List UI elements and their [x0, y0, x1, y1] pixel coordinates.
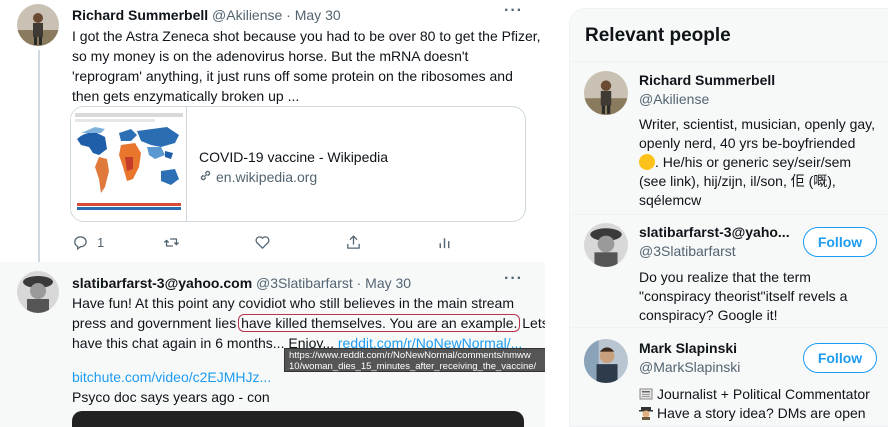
author-name[interactable]: slatibarfarst-3@yahoo.com: [72, 275, 252, 291]
reply-button[interactable]: 1: [72, 234, 104, 251]
tweet-line: press and government lies have killed th…: [72, 313, 545, 333]
person-bio: Writer, scientist, musician, openly gay,…: [639, 115, 879, 210]
card-map-thumbnail: [71, 107, 187, 221]
card-title[interactable]: COVID-19 vaccine - Wikipedia: [199, 147, 388, 167]
like-button[interactable]: [254, 234, 271, 251]
bio-line: Have a story idea? DMs are open: [639, 404, 879, 423]
text-span: Journalist + Political Commentator: [657, 386, 870, 402]
reply-icon: [74, 236, 87, 251]
media-preview[interactable]: [72, 411, 524, 427]
person-handle[interactable]: @MarkSlapinski: [639, 358, 740, 376]
avatar[interactable]: [17, 271, 59, 313]
bio-line: (see link), hij/zijn, il/son, 佢 (嘅),: [639, 173, 836, 189]
person-bio: Do you realize that the term "conspiracy…: [639, 268, 879, 325]
person-handle[interactable]: @Akiliense: [639, 90, 709, 108]
author-name[interactable]: Richard Summerbell: [72, 7, 208, 23]
analytics-icon: [439, 238, 450, 249]
relevant-people-panel: Relevant people Richard Summerbell @Akil…: [569, 8, 888, 427]
retweet-icon: [163, 238, 180, 247]
follow-button[interactable]: Follow: [803, 343, 877, 373]
tweet-line: so my money is on the adenovirus horse. …: [72, 48, 469, 64]
bitchute-link[interactable]: bitchute.com/video/c2EJMHJz...: [72, 369, 271, 385]
person-bio: Journalist + Political Commentator Have …: [639, 385, 879, 423]
url-tooltip: https://www.reddit.com/r/NoNewNormal/com…: [284, 348, 554, 372]
reply-count: 1: [97, 235, 105, 250]
bio-line: openly nerd, 40 yrs be-boyfriended: [639, 135, 856, 151]
newspaper-emoji-icon: [639, 388, 653, 400]
link-icon: [199, 167, 212, 187]
tweet-header: slatibarfarst-3@yahoo.com @3Slatibarfars…: [72, 274, 512, 292]
tweet-slatibarfarst[interactable]: slatibarfarst-3@yahoo.com @3Slatibarfars…: [0, 262, 545, 427]
panel-title: Relevant people: [585, 25, 731, 46]
tweet-header: Richard Summerbell @Akiliense · May 30: [72, 6, 512, 24]
person-richard[interactable]: Richard Summerbell @Akiliense Writer, sc…: [570, 71, 888, 211]
column-gap: [545, 0, 569, 427]
bio-line: Do you realize that the term: [639, 269, 811, 285]
avatar[interactable]: [584, 339, 628, 383]
text-span: press and government lies: [72, 315, 241, 331]
bio-line: Journalist + Political Commentator: [639, 385, 879, 404]
card-body: COVID-19 vaccine - Wikipedia en.wikipedi…: [199, 147, 388, 187]
tweet-richard[interactable]: Richard Summerbell @Akiliense · May 30 ·…: [0, 0, 545, 262]
card-domain-text: en.wikipedia.org: [216, 169, 318, 185]
smile-emoji-icon: [639, 154, 655, 170]
divider: [570, 61, 888, 62]
person-slatibarfarst[interactable]: slatibarfarst-3@yaho... @3Slatibarfarst …: [570, 223, 888, 323]
person-handle[interactable]: @3Slatibarfarst: [639, 242, 736, 260]
tweet-actions: 1: [72, 234, 472, 252]
person-name[interactable]: Richard Summerbell: [639, 71, 775, 89]
share-button[interactable]: [345, 234, 362, 251]
more-options-icon[interactable]: ···: [504, 2, 523, 20]
tweet-line: Psyco doc says years ago - con: [72, 389, 270, 405]
divider: [570, 327, 888, 328]
card-domain: en.wikipedia.org: [199, 167, 388, 187]
heart-icon: [255, 236, 270, 249]
bio-line: . He/his or generic sey/seir/sem: [639, 153, 879, 172]
tweet-line: Have fun! At this point any covidiot who…: [72, 295, 514, 311]
person-name[interactable]: Mark Slapinski: [639, 339, 737, 357]
thread-line: [38, 50, 40, 262]
tweet-line: 'reprogram' anything, it just runs off s…: [72, 68, 513, 84]
retweet-button[interactable]: [163, 234, 180, 251]
bio-line: sqélemcw: [639, 192, 702, 208]
avatar[interactable]: [584, 71, 628, 115]
bio-line: "conspiracy theorist"itself revels a: [639, 288, 848, 304]
more-options-icon[interactable]: ···: [504, 270, 523, 288]
tweet-text: I got the Astra Zeneca shot because you …: [72, 26, 541, 106]
text-span: Lets: [522, 315, 545, 331]
divider: [570, 214, 888, 215]
tooltip-line: https://www.reddit.com/r/NoNewNormal/com…: [289, 350, 531, 361]
tweet-line: then gets enzymatically broken up ...: [72, 88, 300, 104]
text-span: Have a story idea? DMs are open: [657, 405, 866, 421]
avatar[interactable]: [17, 4, 59, 46]
bio-line: Writer, scientist, musician, openly gay,: [639, 116, 876, 132]
share-icon: [347, 235, 360, 249]
person-mark-slapinski[interactable]: Mark Slapinski @MarkSlapinski Follow Jou…: [570, 339, 888, 426]
circled-text: have killed themselves. You are an examp…: [238, 314, 521, 332]
tooltip-line: 10/woman_dies_15_minutes_after_receiving…: [289, 361, 537, 372]
author-meta[interactable]: @Akiliense · May 30: [212, 7, 341, 23]
person-name[interactable]: slatibarfarst-3@yaho...: [639, 223, 790, 241]
avatar[interactable]: [584, 223, 628, 267]
tweet-line: I got the Astra Zeneca shot because you …: [72, 28, 541, 44]
detective-emoji-icon: [639, 407, 653, 420]
link-card[interactable]: COVID-19 vaccine - Wikipedia en.wikipedi…: [70, 106, 526, 222]
author-meta[interactable]: @3Slatibarfarst · May 30: [256, 275, 411, 291]
analytics-button[interactable]: [436, 234, 453, 251]
text-span: . He/his or generic sey/seir/sem: [655, 154, 852, 170]
bio-line: conspiracy? Google it!: [639, 307, 778, 323]
follow-button[interactable]: Follow: [803, 227, 877, 257]
